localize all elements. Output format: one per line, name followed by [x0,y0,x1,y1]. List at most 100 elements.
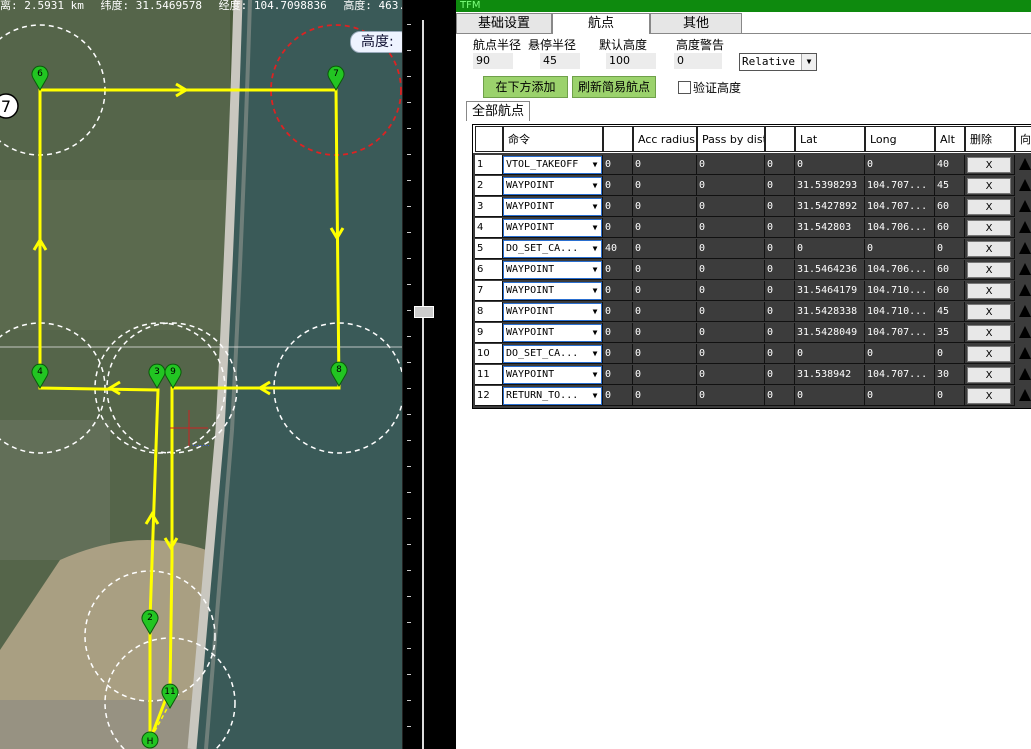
cell-p4[interactable]: 0 [765,386,795,406]
cell-p4[interactable]: 0 [765,218,795,238]
cell-lon[interactable]: 104.706... [865,260,935,280]
command-select[interactable]: DO_SET_CA... ▼ [503,240,602,258]
cell-p1[interactable]: 0 [603,260,633,280]
cell-p1[interactable]: 0 [603,218,633,238]
table-row[interactable]: 2 WAYPOINT ▼ 0 0 0 0 31.5398293 104.707... 45 X [473,176,1031,197]
delete-row-button[interactable]: X [967,262,1011,278]
cell-p1[interactable]: 0 [603,155,633,175]
cell-alt[interactable]: 45 [935,176,965,196]
chevron-down-icon[interactable]: ▼ [589,241,601,257]
cell-p3[interactable]: 0 [697,302,765,322]
delete-row-button[interactable]: X [967,367,1011,383]
command-select[interactable]: WAYPOINT ▼ [503,261,602,279]
move-up-icon[interactable] [1019,305,1031,319]
move-up-icon[interactable] [1019,263,1031,277]
cell-p3[interactable]: 0 [697,176,765,196]
cell-lon[interactable]: 104.707... [865,365,935,385]
cell-p2[interactable]: 0 [633,281,697,301]
cell-alt[interactable]: 0 [935,239,965,259]
cell-p3[interactable]: 0 [697,365,765,385]
cell-alt[interactable]: 30 [935,365,965,385]
cell-p3[interactable]: 0 [697,155,765,175]
cell-p4[interactable]: 0 [765,302,795,322]
delete-row-button[interactable]: X [967,304,1011,320]
delete-row-button[interactable]: X [967,199,1011,215]
cell-p1[interactable]: 0 [603,302,633,322]
cell-lat[interactable]: 31.5427892 [795,197,865,217]
chevron-down-icon[interactable]: ▼ [589,157,601,173]
delete-row-button[interactable]: X [967,157,1011,173]
cell-lon[interactable]: 104.707... [865,176,935,196]
cell-lat[interactable]: 31.5398293 [795,176,865,196]
zoom-slider-thumb[interactable] [414,306,434,318]
command-select[interactable]: DO_SET_CA... ▼ [503,345,602,363]
cell-lon[interactable]: 104.707... [865,323,935,343]
cell-p2[interactable]: 0 [633,365,697,385]
cell-p1[interactable]: 0 [603,344,633,364]
cell-alt[interactable]: 40 [935,155,965,175]
cell-alt[interactable]: 60 [935,260,965,280]
cell-p4[interactable]: 0 [765,365,795,385]
table-row[interactable]: 3 WAYPOINT ▼ 0 0 0 0 31.5427892 104.707... 60 X [473,197,1031,218]
table-row[interactable]: 10 DO_SET_CA... ▼ 0 0 0 0 0 0 0 X [473,344,1031,365]
cell-lon[interactable]: 104.706... [865,218,935,238]
cell-alt[interactable]: 0 [935,344,965,364]
cell-p3[interactable]: 0 [697,323,765,343]
chevron-down-icon[interactable]: ▼ [589,262,601,278]
cell-p2[interactable]: 0 [633,302,697,322]
move-up-icon[interactable] [1019,389,1031,403]
chevron-down-icon[interactable]: ▼ [589,178,601,194]
cell-p4[interactable]: 0 [765,197,795,217]
command-select[interactable]: WAYPOINT ▼ [503,303,602,321]
table-row[interactable]: 11 WAYPOINT ▼ 0 0 0 0 31.538942 104.707... 30 X [473,365,1031,386]
refresh-simple-button[interactable]: 刷新简易航点 [572,76,656,98]
cell-p1[interactable]: 0 [603,365,633,385]
cell-p4[interactable]: 0 [765,155,795,175]
move-up-icon[interactable] [1019,284,1031,298]
move-up-icon[interactable] [1019,221,1031,235]
command-select[interactable]: WAYPOINT ▼ [503,198,602,216]
command-select[interactable]: WAYPOINT ▼ [503,366,602,384]
zoom-slider[interactable] [402,0,453,749]
command-select[interactable]: WAYPOINT ▼ [503,324,602,342]
move-up-icon[interactable] [1019,179,1031,193]
chevron-down-icon[interactable]: ▼ [589,220,601,236]
verify-alt-checkbox[interactable] [678,81,691,94]
cell-lon[interactable]: 104.710... [865,281,935,301]
cell-p3[interactable]: 0 [697,344,765,364]
add-below-button[interactable]: 在下方添加 [483,76,568,98]
chevron-down-icon[interactable]: ▼ [589,388,601,404]
cell-lat[interactable]: 31.538942 [795,365,865,385]
wp-radius-field[interactable]: 90 [473,53,513,69]
move-up-icon[interactable] [1019,347,1031,361]
cell-lon[interactable]: 0 [865,344,935,364]
alt-frame-select[interactable]: Relative ▼ [739,53,817,71]
cell-p3[interactable]: 0 [697,218,765,238]
tab-all-waypoints[interactable]: 全部航点 [466,101,530,121]
cell-lat[interactable]: 31.542803 [795,218,865,238]
move-up-icon[interactable] [1019,158,1031,172]
default-alt-field[interactable]: 100 [606,53,656,69]
chevron-down-icon[interactable]: ▼ [589,346,601,362]
command-select[interactable]: VTOL_TAKEOFF ▼ [503,156,602,174]
cell-p3[interactable]: 0 [697,239,765,259]
cell-p4[interactable]: 0 [765,239,795,259]
move-up-icon[interactable] [1019,242,1031,256]
command-select[interactable]: RETURN_TO... ▼ [503,387,602,405]
cell-lon[interactable]: 104.707... [865,197,935,217]
cell-p3[interactable]: 0 [697,197,765,217]
tab-other[interactable]: 其他 [650,13,742,33]
move-up-icon[interactable] [1019,200,1031,214]
cell-p2[interactable]: 0 [633,260,697,280]
table-row[interactable]: 9 WAYPOINT ▼ 0 0 0 0 31.5428049 104.707... 35 X [473,323,1031,344]
map-canvas[interactable]: ....... 6 7 4 3 9 8 2 11 H 7 [0,0,402,749]
cell-lon[interactable]: 0 [865,386,935,406]
cell-p2[interactable]: 0 [633,344,697,364]
cell-lon[interactable]: 104.710... [865,302,935,322]
chevron-down-icon[interactable]: ▼ [589,283,601,299]
table-row[interactable]: 12 RETURN_TO... ▼ 0 0 0 0 0 0 0 X [473,386,1031,407]
cell-p1[interactable]: 0 [603,323,633,343]
delete-row-button[interactable]: X [967,178,1011,194]
cell-p2[interactable]: 0 [633,218,697,238]
cell-p3[interactable]: 0 [697,260,765,280]
